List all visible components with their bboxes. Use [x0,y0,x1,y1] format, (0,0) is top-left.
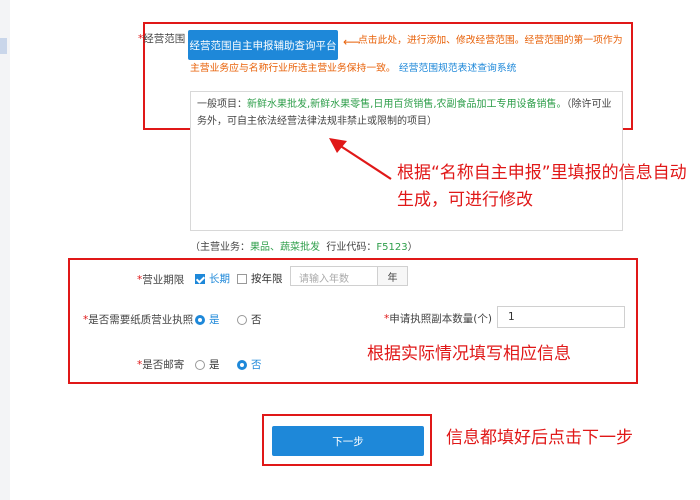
scope-standard-query-link[interactable]: 经营范围规范表述查询系统 [399,63,517,74]
next-step-label: 下一步 [332,435,364,448]
term-longterm-option[interactable]: 长期 [195,271,230,286]
paper-license-no-radio[interactable] [237,314,247,325]
annotation-auto-generate: 根据“名称自主申报”里填报的信息自动生成，可进行修改 [397,163,687,210]
mail-no-radio[interactable] [237,359,247,370]
copies-input[interactable]: 1 [497,306,625,328]
years-input[interactable]: 请输入年数 [290,266,378,286]
paper-license-label: *是否需要纸质营业执照 [83,314,194,326]
scope-field-label: *经营范围 [138,33,186,45]
scope-hint-line2: 主营业务应与名称行业所选主营业务保持一致。 经营范围规范表述查询系统 [190,63,517,74]
mail-no-option[interactable]: 否 [237,357,262,372]
mail-yes-option[interactable]: 是 [195,357,220,372]
left-sidebar-edge [0,0,10,500]
scope-hint-line1: 点击此处，进行添加、修改经营范围。经营范围的第一项作为 [358,35,623,46]
annotation-arrow-icon [329,138,392,180]
paper-license-yes-radio[interactable] [195,314,205,325]
longterm-checkbox[interactable] [195,273,205,284]
main-business-value: 果品、蔬菜批发 [250,242,320,253]
term-byyear-option[interactable]: 按年限 [237,271,283,286]
copies-label: *申请执照副本数量(个) [384,313,492,325]
scope-query-platform-label: 经营范围自主申报辅助查询平台 [189,39,337,52]
term-label: *营业期限 [137,274,185,286]
next-step-button[interactable]: 下一步 [272,426,424,456]
left-tab-marker [0,38,7,54]
mail-label: *是否邮寄 [137,359,185,371]
annotation-fill-info: 根据实际情况填写相应信息 [367,344,571,364]
year-unit-suffix: 年 [378,266,408,286]
scope-items-text: 新鲜水果批发,新鲜水果零售,日用百货销售,农副食品加工专用设备销售。 [247,99,567,110]
annotation-next-hint: 信息都填好后点击下一步 [446,428,633,448]
main-business-line: （主营业务：果品、蔬菜批发） 行业代码：F5123） [190,242,418,253]
scope-query-platform-button[interactable]: 经营范围自主申报辅助查询平台 [188,30,338,60]
paper-license-yes-option[interactable]: 是 [195,312,220,327]
byyear-checkbox[interactable] [237,273,247,284]
industry-code: F5123 [376,242,408,253]
paper-license-no-option[interactable]: 否 [237,312,262,327]
mail-yes-radio[interactable] [195,359,205,370]
